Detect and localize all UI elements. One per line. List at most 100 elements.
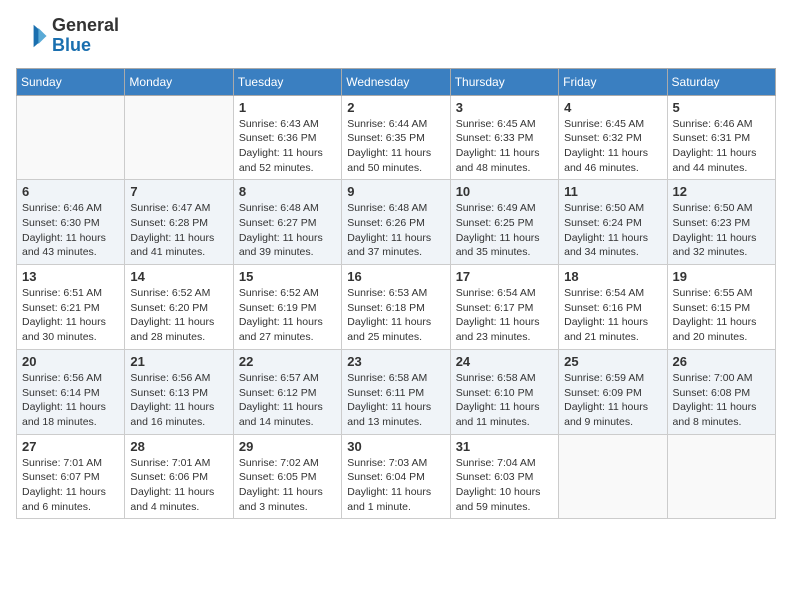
calendar-week-row: 20 Sunrise: 6:56 AM Sunset: 6:14 PM Dayli…: [17, 349, 776, 434]
calendar-cell: 12 Sunrise: 6:50 AM Sunset: 6:23 PM Dayli…: [667, 180, 775, 265]
day-detail: Sunrise: 6:49 AM Sunset: 6:25 PM Dayligh…: [456, 201, 553, 260]
day-detail: Sunrise: 6:57 AM Sunset: 6:12 PM Dayligh…: [239, 371, 336, 430]
day-detail: Sunrise: 6:52 AM Sunset: 6:19 PM Dayligh…: [239, 286, 336, 345]
day-number: 20: [22, 354, 119, 369]
day-number: 13: [22, 269, 119, 284]
logo-icon: [16, 20, 48, 52]
calendar-header-cell: Saturday: [667, 68, 775, 95]
calendar-cell: 29 Sunrise: 7:02 AM Sunset: 6:05 PM Dayli…: [233, 434, 341, 519]
calendar-cell: [559, 434, 667, 519]
calendar-cell: 9 Sunrise: 6:48 AM Sunset: 6:26 PM Daylig…: [342, 180, 450, 265]
day-number: 15: [239, 269, 336, 284]
logo: General Blue: [16, 16, 119, 56]
calendar-header-cell: Sunday: [17, 68, 125, 95]
day-number: 11: [564, 184, 661, 199]
calendar-cell: 30Sunrise: 7:03 AM Sunset: 6:04 PM Dayli…: [342, 434, 450, 519]
day-number: 9: [347, 184, 444, 199]
day-detail: Sunrise: 6:54 AM Sunset: 6:16 PM Dayligh…: [564, 286, 661, 345]
day-detail: Sunrise: 7:01 AM Sunset: 6:07 PM Dayligh…: [22, 456, 119, 515]
calendar-header-cell: Tuesday: [233, 68, 341, 95]
day-detail: Sunrise: 6:51 AM Sunset: 6:21 PM Dayligh…: [22, 286, 119, 345]
calendar-cell: 19 Sunrise: 6:55 AM Sunset: 6:15 PM Dayli…: [667, 265, 775, 350]
calendar-cell: 5Sunrise: 6:46 AM Sunset: 6:31 PM Daylig…: [667, 95, 775, 180]
day-detail: Sunrise: 6:44 AM Sunset: 6:35 PM Dayligh…: [347, 117, 444, 176]
calendar-cell: [125, 95, 233, 180]
calendar-cell: 11 Sunrise: 6:50 AM Sunset: 6:24 PM Dayli…: [559, 180, 667, 265]
day-detail: Sunrise: 7:04 AM Sunset: 6:03 PM Dayligh…: [456, 456, 553, 515]
day-detail: Sunrise: 6:45 AM Sunset: 6:32 PM Dayligh…: [564, 117, 661, 176]
calendar-header-cell: Friday: [559, 68, 667, 95]
day-number: 27: [22, 439, 119, 454]
day-number: 22: [239, 354, 336, 369]
day-detail: Sunrise: 6:43 AM Sunset: 6:36 PM Dayligh…: [239, 117, 336, 176]
calendar-cell: 3 Sunrise: 6:45 AM Sunset: 6:33 PM Daylig…: [450, 95, 558, 180]
calendar-cell: 6 Sunrise: 6:46 AM Sunset: 6:30 PM Daylig…: [17, 180, 125, 265]
day-detail: Sunrise: 7:03 AM Sunset: 6:04 PM Dayligh…: [347, 456, 444, 515]
calendar-cell: 26 Sunrise: 7:00 AM Sunset: 6:08 PM Dayli…: [667, 349, 775, 434]
day-number: 8: [239, 184, 336, 199]
day-detail: Sunrise: 6:50 AM Sunset: 6:23 PM Dayligh…: [673, 201, 770, 260]
calendar-week-row: 27 Sunrise: 7:01 AM Sunset: 6:07 PM Dayli…: [17, 434, 776, 519]
calendar-cell: 1 Sunrise: 6:43 AM Sunset: 6:36 PM Daylig…: [233, 95, 341, 180]
day-detail: Sunrise: 6:55 AM Sunset: 6:15 PM Dayligh…: [673, 286, 770, 345]
calendar-cell: 27 Sunrise: 7:01 AM Sunset: 6:07 PM Dayli…: [17, 434, 125, 519]
calendar-week-row: 13 Sunrise: 6:51 AM Sunset: 6:21 PM Dayli…: [17, 265, 776, 350]
page-header: General Blue: [16, 16, 776, 56]
day-detail: Sunrise: 6:46 AM Sunset: 6:31 PM Dayligh…: [673, 117, 770, 176]
calendar-week-row: 6 Sunrise: 6:46 AM Sunset: 6:30 PM Daylig…: [17, 180, 776, 265]
calendar-cell: 16Sunrise: 6:53 AM Sunset: 6:18 PM Dayli…: [342, 265, 450, 350]
day-detail: Sunrise: 6:47 AM Sunset: 6:28 PM Dayligh…: [130, 201, 227, 260]
calendar-cell: 15 Sunrise: 6:52 AM Sunset: 6:19 PM Dayli…: [233, 265, 341, 350]
day-detail: Sunrise: 6:58 AM Sunset: 6:11 PM Dayligh…: [347, 371, 444, 430]
calendar-table: SundayMondayTuesdayWednesdayThursdayFrid…: [16, 68, 776, 520]
day-number: 24: [456, 354, 553, 369]
calendar-cell: 23 Sunrise: 6:58 AM Sunset: 6:11 PM Dayli…: [342, 349, 450, 434]
calendar-cell: 10Sunrise: 6:49 AM Sunset: 6:25 PM Dayli…: [450, 180, 558, 265]
day-detail: Sunrise: 7:00 AM Sunset: 6:08 PM Dayligh…: [673, 371, 770, 430]
calendar-cell: 25Sunrise: 6:59 AM Sunset: 6:09 PM Dayli…: [559, 349, 667, 434]
calendar-cell: 28 Sunrise: 7:01 AM Sunset: 6:06 PM Dayli…: [125, 434, 233, 519]
calendar-cell: 2 Sunrise: 6:44 AM Sunset: 6:35 PM Daylig…: [342, 95, 450, 180]
day-detail: Sunrise: 6:56 AM Sunset: 6:14 PM Dayligh…: [22, 371, 119, 430]
day-detail: Sunrise: 6:56 AM Sunset: 6:13 PM Dayligh…: [130, 371, 227, 430]
day-detail: Sunrise: 6:54 AM Sunset: 6:17 PM Dayligh…: [456, 286, 553, 345]
calendar-cell: [17, 95, 125, 180]
day-number: 28: [130, 439, 227, 454]
calendar-cell: 13 Sunrise: 6:51 AM Sunset: 6:21 PM Dayli…: [17, 265, 125, 350]
calendar-cell: 4 Sunrise: 6:45 AM Sunset: 6:32 PM Daylig…: [559, 95, 667, 180]
day-number: 1: [239, 100, 336, 115]
day-detail: Sunrise: 6:46 AM Sunset: 6:30 PM Dayligh…: [22, 201, 119, 260]
calendar-body: 1 Sunrise: 6:43 AM Sunset: 6:36 PM Daylig…: [17, 95, 776, 519]
calendar-week-row: 1 Sunrise: 6:43 AM Sunset: 6:36 PM Daylig…: [17, 95, 776, 180]
day-number: 7: [130, 184, 227, 199]
day-number: 25: [564, 354, 661, 369]
calendar-cell: [667, 434, 775, 519]
day-detail: Sunrise: 6:45 AM Sunset: 6:33 PM Dayligh…: [456, 117, 553, 176]
day-number: 23: [347, 354, 444, 369]
day-detail: Sunrise: 7:01 AM Sunset: 6:06 PM Dayligh…: [130, 456, 227, 515]
day-detail: Sunrise: 6:58 AM Sunset: 6:10 PM Dayligh…: [456, 371, 553, 430]
calendar-cell: 20 Sunrise: 6:56 AM Sunset: 6:14 PM Dayli…: [17, 349, 125, 434]
day-number: 19: [673, 269, 770, 284]
day-detail: Sunrise: 6:48 AM Sunset: 6:26 PM Dayligh…: [347, 201, 444, 260]
day-number: 21: [130, 354, 227, 369]
day-number: 29: [239, 439, 336, 454]
day-detail: Sunrise: 6:52 AM Sunset: 6:20 PM Dayligh…: [130, 286, 227, 345]
day-number: 26: [673, 354, 770, 369]
calendar-header-row: SundayMondayTuesdayWednesdayThursdayFrid…: [17, 68, 776, 95]
day-number: 2: [347, 100, 444, 115]
calendar-cell: 24 Sunrise: 6:58 AM Sunset: 6:10 PM Dayli…: [450, 349, 558, 434]
calendar-cell: 8Sunrise: 6:48 AM Sunset: 6:27 PM Daylig…: [233, 180, 341, 265]
day-number: 12: [673, 184, 770, 199]
day-number: 6: [22, 184, 119, 199]
day-detail: Sunrise: 6:50 AM Sunset: 6:24 PM Dayligh…: [564, 201, 661, 260]
day-number: 4: [564, 100, 661, 115]
calendar-cell: 22 Sunrise: 6:57 AM Sunset: 6:12 PM Dayli…: [233, 349, 341, 434]
day-number: 14: [130, 269, 227, 284]
calendar-header-cell: Monday: [125, 68, 233, 95]
calendar-header-cell: Wednesday: [342, 68, 450, 95]
day-number: 16: [347, 269, 444, 284]
calendar-cell: 21 Sunrise: 6:56 AM Sunset: 6:13 PM Dayli…: [125, 349, 233, 434]
day-number: 3: [456, 100, 553, 115]
day-detail: Sunrise: 7:02 AM Sunset: 6:05 PM Dayligh…: [239, 456, 336, 515]
